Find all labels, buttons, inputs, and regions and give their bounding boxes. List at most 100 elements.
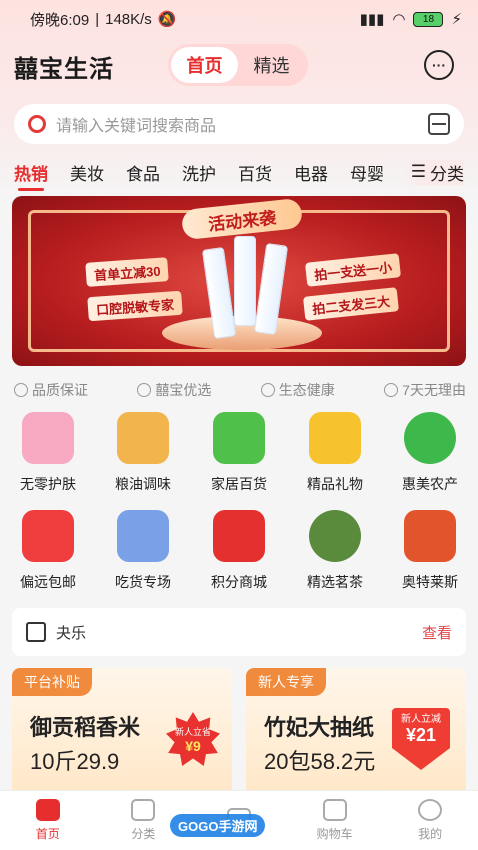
all-categories-button[interactable]: ☰ 分类 bbox=[402, 159, 464, 185]
tabbar-cart[interactable]: 购物车 bbox=[287, 791, 383, 850]
category-goods[interactable]: 百货 bbox=[238, 160, 272, 185]
grain-oil-icon bbox=[117, 412, 169, 464]
tea-leaf-icon bbox=[309, 510, 361, 562]
grid-item-gift[interactable]: 精品礼物 bbox=[287, 412, 383, 494]
grid-item-tea[interactable]: 精选茗茶 bbox=[287, 510, 383, 592]
notice-view-link[interactable]: 查看 bbox=[422, 622, 452, 643]
leaf-icon bbox=[260, 383, 275, 397]
grid-item-outlet[interactable]: 奥特莱斯 bbox=[382, 510, 478, 592]
home-icon bbox=[35, 799, 60, 821]
burst-value: ¥9 bbox=[185, 737, 201, 754]
category-hot[interactable]: 热销 bbox=[14, 160, 48, 191]
top-tab-switch: 首页 精选 bbox=[168, 44, 308, 86]
promo-banner[interactable]: 活动来袭 首单立减30 口腔脱敏专家 拍一支送一小 拍二支发三大 bbox=[12, 196, 466, 366]
grid-item-snacks[interactable]: 吃货专场 bbox=[95, 510, 191, 592]
cart-icon bbox=[322, 799, 347, 821]
category-baby[interactable]: 母婴 bbox=[350, 160, 384, 185]
promo-title: 竹妃大抽纸 bbox=[264, 715, 375, 740]
shopping-bag-icon bbox=[22, 510, 74, 562]
feature-label: 品质保证 bbox=[32, 382, 88, 398]
grid-label: 吃货专场 bbox=[115, 574, 171, 590]
app-logo: 囍宝生活 bbox=[14, 55, 114, 83]
skincare-icon bbox=[22, 412, 74, 464]
notice-icon bbox=[26, 622, 46, 642]
grid-label: 精选茗茶 bbox=[307, 574, 363, 590]
grid-label: 无零护肤 bbox=[20, 476, 76, 492]
status-time: 傍晚6:09 bbox=[30, 11, 90, 29]
chat-bubble-icon[interactable]: ··· bbox=[424, 50, 454, 80]
arrow-label: 新人立减 bbox=[401, 714, 441, 725]
arrow-value: ¥21 bbox=[405, 725, 437, 745]
thumbs-up-icon bbox=[137, 383, 152, 397]
feature-label: 7天无理由 bbox=[402, 382, 466, 398]
grid-item-freeship[interactable]: 偏远包邮 bbox=[0, 510, 96, 592]
grid-item-points[interactable]: 积分商城 bbox=[191, 510, 287, 592]
category-food[interactable]: 食品 bbox=[126, 160, 160, 185]
discount-arrow-tag: 新人立减 ¥21 bbox=[392, 708, 450, 774]
category-appliance[interactable]: 电器 bbox=[294, 160, 328, 185]
snacks-icon bbox=[117, 510, 169, 562]
signal-icon: ▮▮▮ bbox=[359, 11, 385, 28]
red-envelope-icon bbox=[213, 510, 265, 562]
search-bar[interactable]: 请输入关键词搜索商品 bbox=[14, 104, 464, 144]
search-placeholder: 请输入关键词搜索商品 bbox=[56, 118, 217, 135]
notice-bar[interactable]: 夬乐 查看 bbox=[12, 608, 466, 656]
grid-item-grain[interactable]: 粮油调味 bbox=[95, 412, 191, 494]
notice-text: 夬乐 bbox=[56, 624, 87, 642]
burst-label: 新人立省 bbox=[174, 726, 211, 737]
category-grid: 无零护肤 粮油调味 家居百货 精品礼物 惠美农产 偏远包邮 吃货专场 积分商城 … bbox=[0, 406, 478, 598]
basket-icon bbox=[213, 412, 265, 464]
top-bar: 囍宝生活 首页 精选 ··· bbox=[0, 44, 478, 88]
category-care[interactable]: 洗护 bbox=[182, 160, 216, 185]
promo-card-rice[interactable]: 平台补贴 御贡稻香米 10斤29.9 新人立省 ¥9 bbox=[12, 668, 232, 798]
feature-return: 7天无理由 bbox=[384, 380, 466, 400]
promo-price: 20包58.2元 bbox=[264, 749, 376, 774]
arrow-tip bbox=[392, 748, 450, 770]
menu-lines-icon: ☰ bbox=[410, 162, 426, 181]
grid-label: 奥特莱斯 bbox=[402, 574, 458, 590]
feature-eco: 生态健康 bbox=[260, 380, 335, 400]
promo-price: 10斤29.9 bbox=[30, 749, 120, 774]
service-features: 品质保证 囍宝优选 生态健康 7天无理由 bbox=[14, 380, 466, 400]
bell-muted-icon: 🔕 bbox=[157, 11, 177, 28]
category-beauty[interactable]: 美妆 bbox=[70, 160, 104, 185]
check-circle-icon bbox=[14, 383, 28, 397]
all-categories-label: 分类 bbox=[430, 164, 464, 184]
discount-burst: 新人立省 ¥9 bbox=[166, 712, 220, 766]
tab-label: 我的 bbox=[418, 827, 443, 841]
profile-icon bbox=[418, 799, 443, 821]
promo-card-tissue[interactable]: 新人专享 竹妃大抽纸 20包58.2元 新人立减 ¥21 bbox=[246, 668, 466, 798]
status-divider: | bbox=[95, 10, 100, 28]
feature-selected: 囍宝优选 bbox=[137, 380, 211, 400]
charging-icon: ⚡ bbox=[451, 11, 462, 28]
wifi-icon: ◠ bbox=[392, 11, 406, 28]
gift-icon bbox=[309, 412, 361, 464]
grid-item-farm[interactable]: 惠美农产 bbox=[382, 412, 478, 494]
category-icon bbox=[131, 799, 156, 821]
tab-label: 分类 bbox=[131, 827, 156, 841]
toothpaste-image bbox=[234, 236, 256, 326]
promo-badge: 平台补贴 bbox=[12, 668, 92, 696]
battery-icon: 18 bbox=[413, 11, 444, 27]
grid-item-home[interactable]: 家居百货 bbox=[191, 412, 287, 494]
feature-quality: 品质保证 bbox=[14, 380, 88, 400]
tree-icon bbox=[404, 412, 456, 464]
grid-item-skincare[interactable]: 无零护肤 bbox=[0, 412, 96, 494]
grid-label: 积分商城 bbox=[211, 574, 267, 590]
tab-label: 首页 bbox=[35, 827, 60, 841]
grid-label: 偏远包邮 bbox=[20, 574, 76, 590]
tabbar-home[interactable]: 首页 bbox=[0, 791, 96, 850]
grid-label: 精品礼物 bbox=[307, 476, 363, 492]
scan-icon[interactable] bbox=[428, 113, 450, 135]
tab-featured[interactable]: 精选 bbox=[238, 47, 305, 83]
search-icon bbox=[28, 115, 46, 133]
tab-home[interactable]: 首页 bbox=[171, 47, 238, 83]
tabbar-profile[interactable]: 我的 bbox=[382, 791, 478, 850]
promo-title: 御贡稻香米 bbox=[30, 715, 141, 740]
feature-label: 囍宝优选 bbox=[155, 382, 212, 398]
grid-label: 家居百货 bbox=[211, 476, 267, 492]
tab-label: 购物车 bbox=[316, 827, 353, 841]
category-tabs: 热销 美妆 食品 洗护 百货 电器 母婴 ☰ 分类 bbox=[14, 158, 474, 191]
watermark-logo: GOGO手游网 bbox=[170, 814, 266, 837]
feature-label: 生态健康 bbox=[278, 382, 335, 398]
